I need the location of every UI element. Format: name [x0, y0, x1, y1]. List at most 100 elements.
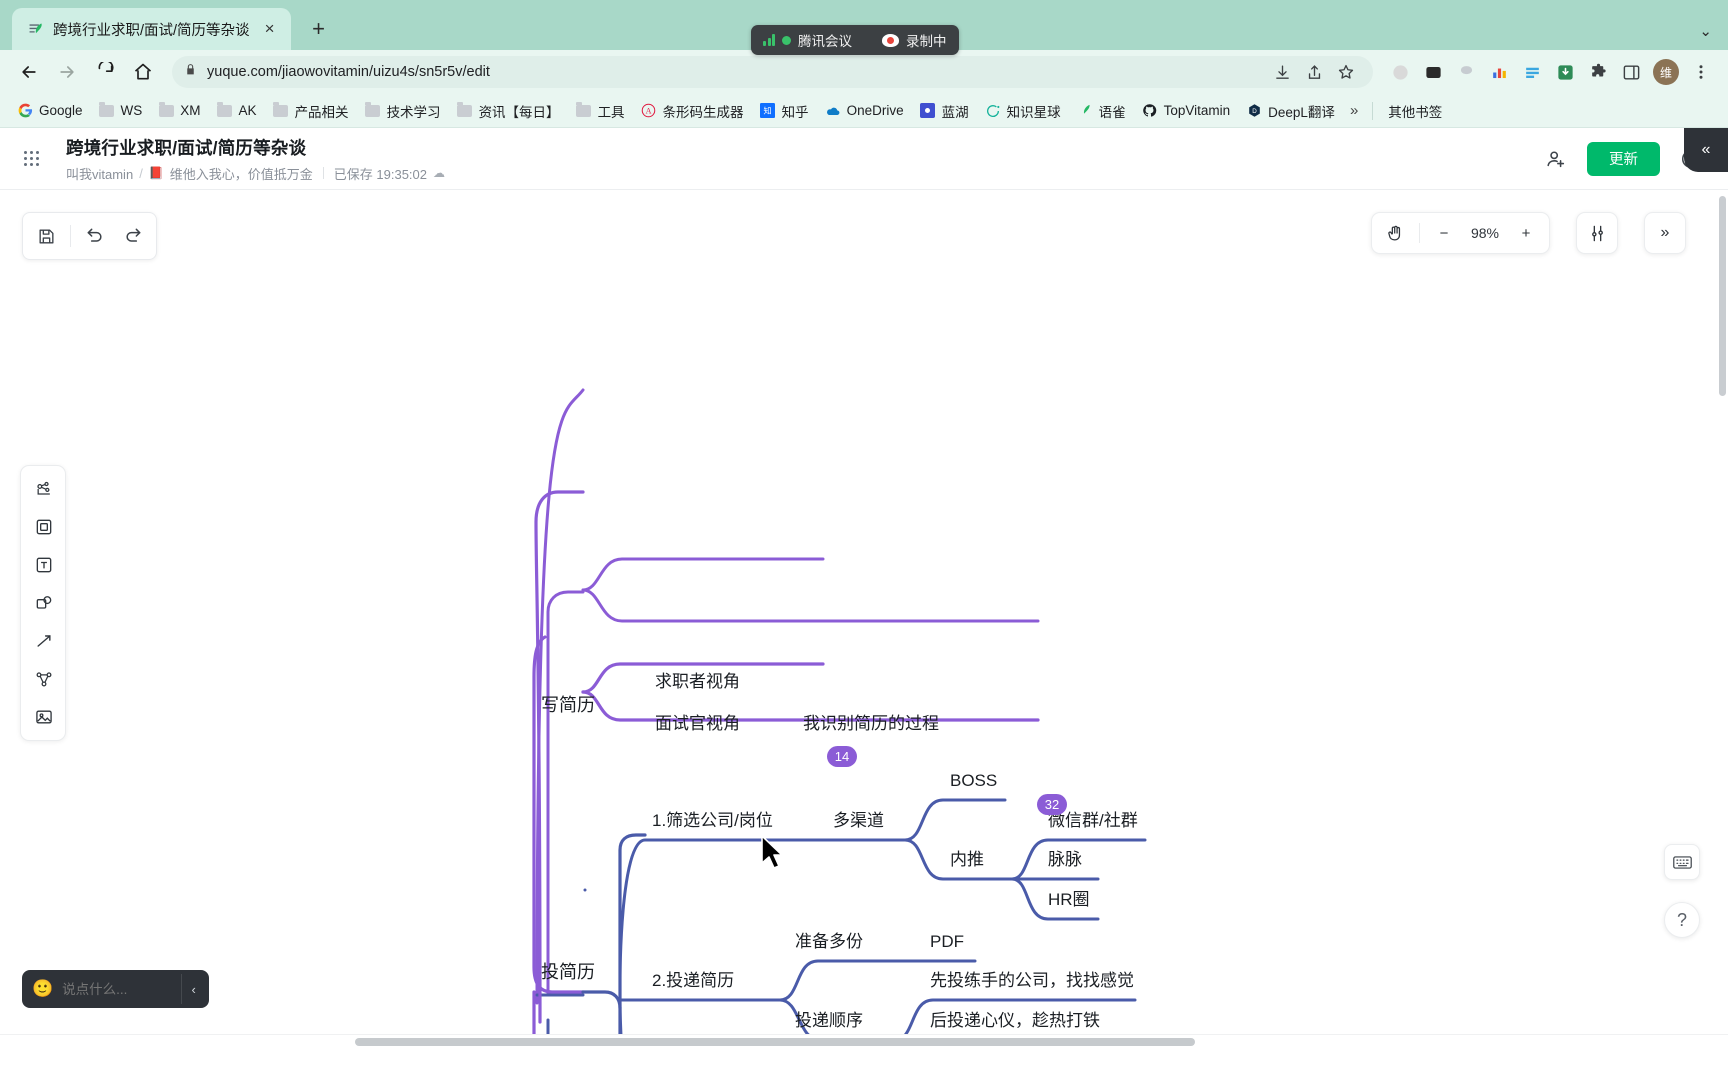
horizontal-scrollbar[interactable] — [0, 1034, 1728, 1048]
close-icon[interactable]: × — [259, 18, 281, 40]
forward-icon[interactable] — [50, 55, 84, 89]
comment-input[interactable] — [62, 981, 173, 997]
bookmarks-bar: Google WS XM AK 产品相关 技术学习 资讯【每日】 工具 A 条形… — [0, 94, 1728, 128]
author-label[interactable]: 叫我vitamin — [66, 164, 133, 183]
vertical-scrollbar[interactable] — [1718, 190, 1728, 1048]
connector-icon[interactable] — [21, 660, 67, 698]
image-icon[interactable] — [21, 698, 67, 736]
bookmark-tools[interactable]: 工具 — [569, 97, 632, 125]
scrollbar-thumb[interactable] — [1719, 196, 1726, 396]
mindmap-node-label[interactable]: 投递顺序 — [795, 1012, 863, 1029]
extension-circle-icon[interactable] — [1385, 57, 1415, 87]
mindmap-node-label[interactable]: 求职者视角 — [655, 673, 740, 690]
line-icon[interactable] — [21, 622, 67, 660]
shapes-icon[interactable] — [21, 584, 67, 622]
zhihu-icon: 知 — [760, 103, 776, 119]
bookmark-ak[interactable]: AK — [210, 99, 264, 123]
mindmap-node-label[interactable]: 微信群/社群 — [1048, 812, 1138, 829]
dark-reader-icon[interactable] — [1418, 57, 1448, 87]
mindmap-node-label[interactable]: PDF — [930, 933, 964, 950]
chrome-menu-icon[interactable] — [1686, 57, 1716, 87]
redo-icon[interactable] — [116, 219, 150, 253]
bookmark-zhihu[interactable]: 知 知乎 — [753, 97, 816, 125]
avatar[interactable]: 维 — [1653, 59, 1679, 85]
app-grid-icon[interactable] — [0, 128, 62, 190]
mindmap-settings-button[interactable] — [1576, 212, 1618, 254]
mindmap-node-label[interactable]: 我识别简历的过程 — [803, 715, 939, 732]
bookmark-topvitamin[interactable]: TopVitamin — [1135, 99, 1238, 123]
bookmark-tech[interactable]: 技术学习 — [358, 97, 448, 125]
reload-icon[interactable] — [88, 55, 122, 89]
bookmark-google[interactable]: Google — [10, 99, 90, 123]
mindmap-node-label[interactable]: 内推 — [950, 851, 984, 868]
address-bar[interactable]: yuque.com/jiaowovitamin/uizu4s/sn5r5v/ed… — [172, 56, 1373, 88]
back-icon[interactable] — [12, 55, 46, 89]
analytics-icon[interactable] — [1484, 57, 1514, 87]
new-tab-button[interactable]: + — [303, 13, 335, 45]
node-count-badge[interactable]: 14 — [827, 746, 857, 767]
node-count-badge[interactable]: 32 — [1037, 794, 1067, 815]
mindmap-node-label[interactable]: 先投练手的公司，找找感觉 — [930, 972, 1134, 989]
undo-icon[interactable] — [78, 219, 112, 253]
download-icon[interactable] — [1267, 57, 1297, 87]
panel-collapse-button[interactable]: « — [1684, 128, 1728, 172]
scrollbar-thumb[interactable] — [355, 1038, 1195, 1046]
mindmap-node-label[interactable]: 投简历 — [541, 963, 595, 981]
mindmap-node-icon[interactable] — [21, 470, 67, 508]
mindmap-node-label[interactable]: 脉脉 — [1048, 851, 1082, 868]
text-box-icon[interactable] — [21, 546, 67, 584]
mindmap-node-label[interactable]: BOSS — [950, 772, 997, 789]
bookmark-deepl[interactable]: D DeepL翻译 — [1239, 97, 1342, 125]
expand-panel-button[interactable]: » — [1644, 212, 1686, 254]
bookmark-yuque[interactable]: 语雀 — [1070, 97, 1133, 125]
meeting-app-label: 腾讯会议 — [798, 34, 852, 49]
mindmap-node-label[interactable]: HR圈 — [1048, 891, 1090, 908]
bookmark-lanhu[interactable]: 蓝湖 — [913, 97, 976, 125]
github-icon — [1142, 103, 1158, 119]
home-icon[interactable] — [126, 55, 160, 89]
help-button[interactable]: ? — [1664, 902, 1700, 938]
zoom-in-button[interactable]: + — [1509, 217, 1543, 249]
bookmark-news[interactable]: 资讯【每日】 — [450, 97, 567, 125]
mindmap-node-label[interactable]: 面试官视角 — [655, 715, 740, 732]
mindmap-node-label[interactable]: 后投递心仪，趁热打铁 — [930, 1012, 1100, 1029]
bookmark-onedrive[interactable]: OneDrive — [818, 99, 911, 123]
mindmap-node-label[interactable]: 1.筛选公司/岗位 — [652, 812, 773, 829]
add-person-icon[interactable] — [1541, 144, 1571, 174]
tagline-label[interactable]: 维他入我心，价值抵万金 — [170, 164, 313, 183]
zoom-level-label[interactable]: 98% — [1463, 225, 1507, 241]
bookmark-ws[interactable]: WS — [92, 99, 150, 123]
bookmark-star-icon[interactable] — [1331, 57, 1361, 87]
notes-extension-icon[interactable] — [1517, 57, 1547, 87]
hand-icon[interactable] — [1378, 217, 1412, 249]
page-title: 跨境行业求职/面试/简历等杂谈 — [66, 137, 307, 158]
bookmark-product[interactable]: 产品相关 — [266, 97, 356, 125]
bookmarks-overflow-icon[interactable]: » — [1344, 98, 1364, 123]
document-meta: 叫我vitamin / 📕 维他入我心，价值抵万金 已保存 19:35:02 ☁ — [66, 164, 1541, 183]
extension-gray-icon[interactable] — [1451, 57, 1481, 87]
chevron-down-icon[interactable]: ⌄ — [1699, 22, 1712, 40]
sticky-note-icon[interactable] — [21, 508, 67, 546]
bookmark-zsxq[interactable]: 知识星球 — [978, 97, 1068, 125]
update-button[interactable]: 更新 — [1587, 141, 1660, 176]
browser-tab[interactable]: 跨境行业求职/面试/简历等杂谈 × — [12, 8, 291, 50]
save-icon[interactable] — [29, 219, 63, 253]
zoom-out-button[interactable]: − — [1427, 217, 1461, 249]
other-bookmarks-button[interactable]: 其他书签 — [1381, 97, 1449, 125]
keyboard-shortcuts-button[interactable] — [1664, 844, 1700, 880]
download-manager-icon[interactable] — [1550, 57, 1580, 87]
emoji-icon[interactable]: 🙂 — [32, 979, 53, 999]
mindmap-node-label[interactable]: 准备多份 — [795, 933, 863, 950]
mindmap-node-label[interactable]: 写简历 — [541, 696, 595, 714]
puzzle-extensions-icon[interactable] — [1583, 57, 1613, 87]
sidepanel-icon[interactable] — [1616, 57, 1646, 87]
meeting-recording-pill[interactable]: 腾讯会议 录制中 — [751, 25, 959, 55]
mindmap-canvas[interactable]: − 98% + » 写简历 求职者视角 面试官视角 我识别简历的过程 投简历 1… — [0, 190, 1728, 1048]
bookmark-barcode[interactable]: A 条形码生成器 — [634, 97, 751, 125]
mindmap-node-label[interactable]: 多渠道 — [833, 812, 884, 829]
share-icon[interactable] — [1299, 57, 1329, 87]
mindmap-node-label[interactable]: 2.投递简历 — [652, 972, 734, 989]
url-text: yuque.com/jiaowovitamin/uizu4s/sn5r5v/ed… — [207, 64, 490, 80]
bookmark-xm[interactable]: XM — [151, 99, 207, 123]
collapse-icon[interactable]: ‹ — [181, 974, 205, 1004]
